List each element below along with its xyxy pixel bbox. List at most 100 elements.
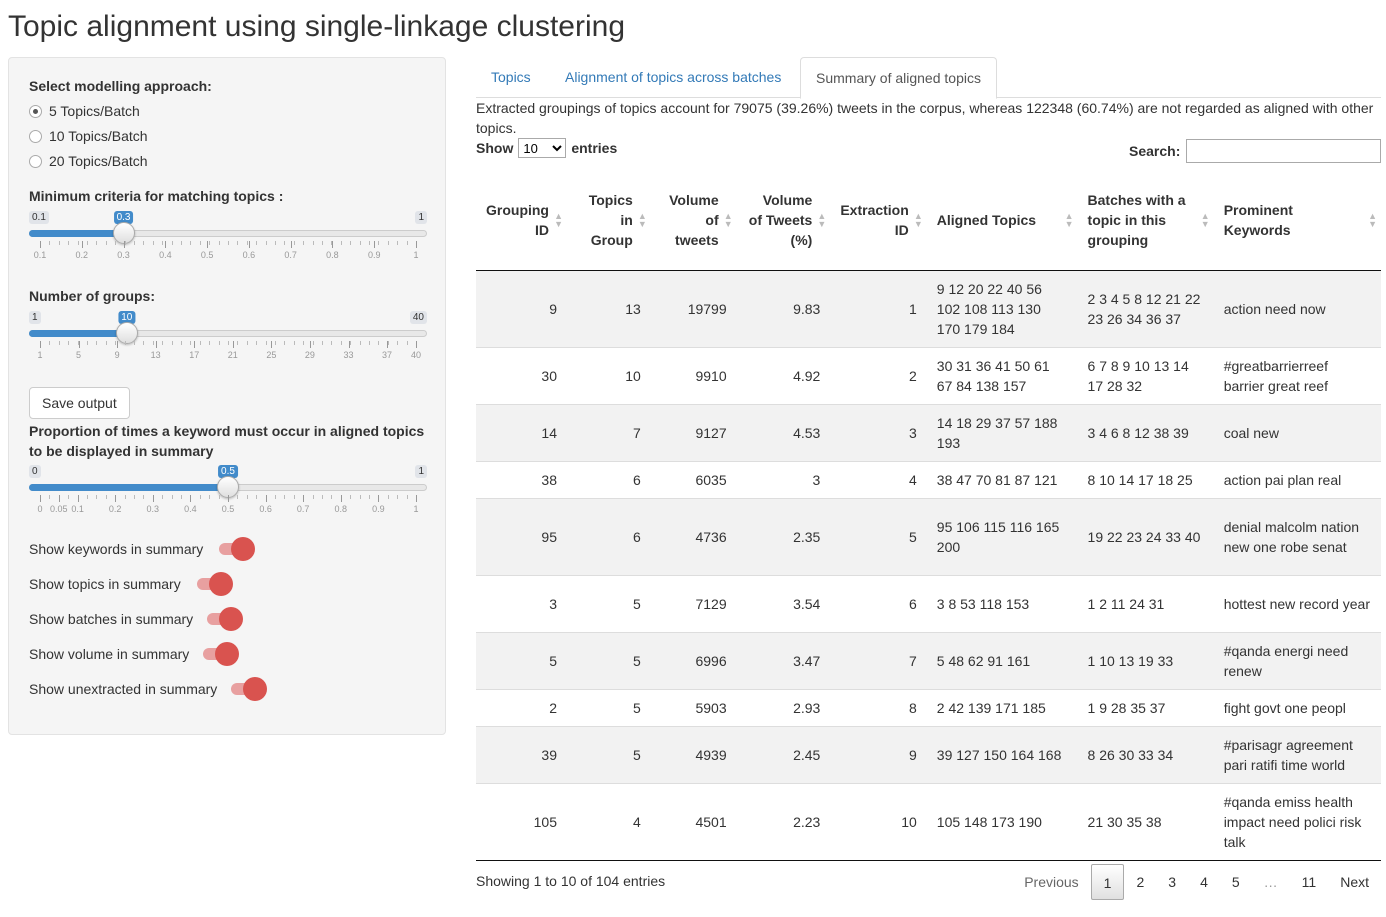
table-row: 95 6 4736 2.35 5 95 106 115 116 165 200 19 22 …: [476, 497, 1381, 575]
page-button[interactable]: 5: [1220, 864, 1252, 900]
slider-tick-label: 0.8: [326, 250, 339, 260]
table-cell: 9.83: [793, 300, 821, 317]
slider-max-label: 1: [415, 465, 427, 478]
groups-slider[interactable]: 1 40 10 1 5 9 13 17 21 25 29 33 37 40: [29, 311, 427, 363]
table-cell: 4: [830, 460, 927, 498]
slider-tick-label: 0.2: [108, 504, 122, 514]
proportion-slider[interactable]: 0 1 0.5 0 0.05 0.1 0.2 0.3 0.4 0.5 0.6 0.7 0.8 0.9 1: [29, 465, 427, 517]
table-cell: 7129: [650, 574, 737, 632]
table-cell: coal new: [1213, 403, 1381, 461]
search-input[interactable]: [1186, 139, 1381, 163]
toggle-volume[interactable]: Show volume in summary: [29, 642, 240, 666]
proportion-label: Proportion of times a keyword must occur…: [29, 423, 425, 459]
table-cell: 1 10 13 19 33: [1077, 631, 1214, 689]
column-header[interactable]: Topics in Group ▲ ▼: [567, 170, 651, 271]
toggle-keywords[interactable]: Show keywords in summary: [29, 537, 256, 561]
table-cell: 5: [567, 725, 651, 783]
table-cell: 39 127 150 164 168: [926, 725, 1078, 783]
column-header[interactable]: Grouping ID ▲ ▼: [476, 170, 567, 271]
radio-20-topics[interactable]: 20 Topics/Batch: [29, 153, 148, 169]
toggle-switch[interactable]: [196, 572, 233, 596]
column-header[interactable]: Prominent Keywords ▲ ▼: [1213, 170, 1381, 271]
previous-page-button[interactable]: Previous: [1012, 864, 1090, 900]
table-cell: hottest new record year: [1213, 574, 1381, 632]
criteria-slider[interactable]: 0.1 1 0.3 0.1 0.2 0.3 0.4 0.5 0.6 0.7 0.8 0.9 1: [29, 211, 427, 263]
table-row: 9 13 19799 9.83 1 9 12 20 22 40 56 102 108 11…: [476, 270, 1381, 347]
slider-fill: [29, 330, 127, 337]
sort-icon: ▲ ▼: [913, 210, 923, 229]
page-button[interactable]: 4: [1188, 864, 1220, 900]
slider-tick-label: 0.2: [75, 250, 89, 260]
page-title: Topic alignment using single-linkage clu…: [8, 10, 626, 43]
table-cell: 3 4 6 8 12 38 39: [1077, 403, 1214, 461]
tab-summary[interactable]: Summary of aligned topics: [800, 57, 997, 99]
table-cell: #greatbarrierreef barrier great reef: [1213, 346, 1381, 404]
tab-topics[interactable]: Topics: [476, 57, 546, 98]
table-cell: 3: [736, 460, 831, 498]
table-cell: 9 12 20 22 40 56 102 108 113 130 170 179…: [936, 280, 1042, 337]
column-header[interactable]: Volume of tweets ▲ ▼: [650, 170, 737, 271]
column-header[interactable]: Extraction ID ▲ ▼: [830, 170, 927, 271]
toggle-unextracted[interactable]: Show unextracted in summary: [29, 677, 268, 701]
table-cell: 6996: [650, 631, 737, 689]
column-header[interactable]: Volume of Tweets (%) ▲ ▼: [736, 170, 831, 271]
toggle-switch[interactable]: [207, 607, 244, 631]
table-cell: 105: [476, 782, 567, 860]
column-header[interactable]: Batches with a topic in this grouping ▲ ▼: [1077, 170, 1214, 271]
next-page-button[interactable]: Next: [1328, 864, 1381, 900]
table-cell: 1 9 28 35 37: [1077, 688, 1214, 726]
table-cell: 5: [567, 631, 651, 689]
page-button[interactable]: 3: [1156, 864, 1188, 900]
slider-tick-label: 0.5: [200, 250, 214, 260]
table-cell: 9: [830, 725, 927, 783]
tab-bar: Topics Alignment of topics across batche…: [476, 57, 1381, 99]
toggle-topics[interactable]: Show topics in summary: [29, 572, 233, 596]
radio-5-topics[interactable]: 5 Topics/Batch: [29, 103, 140, 119]
radio-10-topics[interactable]: 10 Topics/Batch: [29, 128, 148, 144]
slider-tick-label: 0.1: [33, 250, 47, 260]
toggle-switch[interactable]: [203, 642, 240, 666]
page-button[interactable]: 2: [1124, 864, 1156, 900]
table-cell: 2 42 139 171 185: [926, 688, 1078, 726]
slider-tick-label: 0.7: [284, 250, 297, 260]
table-cell: 8 26 30 33 34: [1077, 725, 1214, 783]
table-cell: action pai plan real: [1213, 460, 1381, 498]
table-cell: 13: [625, 300, 641, 317]
page-button[interactable]: 11: [1290, 864, 1329, 900]
table-cell: 2.93: [736, 688, 831, 726]
show-entries: Show 10 entries: [476, 138, 617, 158]
table-cell: 1: [909, 300, 917, 317]
slider-tick-label: 21: [227, 350, 238, 360]
slider-tick-label: 0.3: [117, 250, 130, 260]
slider-tick-label: 1: [413, 250, 419, 260]
entries-select[interactable]: 10: [518, 138, 567, 158]
toggle-switch[interactable]: [219, 537, 256, 561]
slider-fill: [29, 484, 228, 491]
pagination: Previous 1 2 3 4 5 … 11 Next: [1012, 864, 1381, 900]
table-cell: 5 48 62 91 161: [926, 631, 1078, 689]
table-cell: 3.54: [736, 574, 831, 632]
table-cell: 19 22 23 24 33 40: [1077, 497, 1214, 575]
column-header[interactable]: Aligned Topics ▲ ▼: [926, 170, 1078, 271]
table-cell: 21 30 35 38: [1077, 782, 1214, 860]
table-cell: fight govt one peopl: [1213, 688, 1381, 726]
slider-tick-label: 0.7: [296, 504, 310, 514]
toggle-batches[interactable]: Show batches in summary: [29, 607, 244, 631]
table-cell: 9127: [650, 403, 737, 461]
table-cell: 3.47: [736, 631, 831, 689]
slider-grid: 0 0.05 0.1 0.2 0.3 0.4 0.5 0.6 0.7 0.8 0.9 1: [29, 495, 427, 517]
slider-tick-label: 0.6: [242, 250, 256, 260]
slider-tick-label: 0.6: [259, 504, 272, 514]
table-cell: 6: [567, 460, 651, 498]
page-button[interactable]: 1: [1090, 864, 1125, 900]
tab-alignment[interactable]: Alignment of topics across batches: [550, 57, 796, 98]
table-cell: 2.35: [736, 497, 831, 575]
toggle-switch[interactable]: [231, 677, 268, 701]
table-cell: 5: [476, 631, 567, 689]
table-cell: 38 47 70 81 87 121: [926, 460, 1078, 498]
save-output-button[interactable]: Save output: [29, 387, 130, 419]
radio-dot-icon: [29, 154, 42, 168]
slider-max-label: 40: [409, 311, 427, 324]
table-row: 30 10 9910 4.92 2 30 31 36 41 50 61 67 84 138…: [476, 346, 1381, 404]
table-cell: 8: [830, 688, 927, 726]
